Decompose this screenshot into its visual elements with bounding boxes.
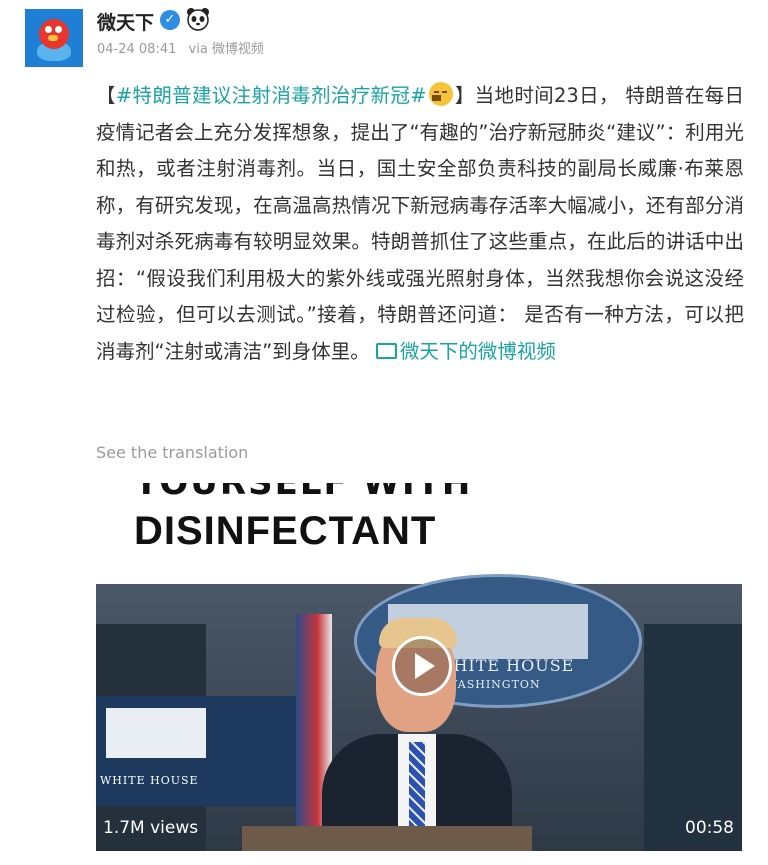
post-body: 【#特朗普建议注射消毒剂治疗新冠# 】当地时间23日， 特朗普在每日疫情记者会上充… (96, 78, 744, 370)
avatar[interactable] (25, 9, 83, 67)
white-house-image (106, 708, 206, 758)
video-link[interactable]: 微天下的微博视频 (375, 339, 556, 363)
account-name[interactable]: 微天下 (97, 8, 154, 35)
video-player[interactable]: YOURSELF WITH DISINFECTANT WHITE HOUSE W… (96, 483, 742, 851)
rooster-logo-icon (39, 19, 69, 49)
video-duration: 00:58 (685, 818, 734, 838)
video-camera-icon (375, 342, 397, 359)
sweat-emoji-icon (428, 82, 453, 106)
video-view-count: 1.7M views (103, 818, 199, 838)
topic-bracket-open: 【 (96, 84, 116, 107)
play-button-icon[interactable] (392, 636, 452, 696)
video-link-label: 微天下的微博视频 (399, 339, 556, 363)
video-frame: WHITE HOUSE WASHINGTON WHITE HOUSE (96, 574, 742, 851)
post-source[interactable]: via 微博视频 (189, 42, 264, 57)
podium (242, 826, 532, 851)
seal-subtext: WASHINGTON (446, 678, 541, 691)
post-text: 当地时间23日， 特朗普在每日疫情记者会上充分发挥想象，提出了“有趣的”治疗新冠… (96, 84, 744, 363)
video-caption-clipped: YOURSELF WITH (134, 483, 473, 503)
background-panel (644, 624, 742, 851)
post-timestamp: 04-24 08:41 (97, 42, 177, 57)
podium-sign-text: WHITE HOUSE (100, 774, 199, 787)
post-meta: 04-24 08:41 via 微博视频 (97, 38, 272, 57)
seal-text: WHITE HOUSE (436, 656, 575, 675)
panda-icon (187, 8, 209, 31)
video-caption: DISINFECTANT (134, 509, 437, 553)
beak-shape (48, 35, 58, 41)
verified-check-icon: ✓ (160, 10, 180, 30)
topic-hashtag[interactable]: #特朗普建议注射消毒剂治疗新冠# (116, 84, 427, 107)
video-caption-area: YOURSELF WITH DISINFECTANT (96, 483, 742, 584)
see-translation-link[interactable]: See the translation (96, 443, 248, 462)
topic-bracket-close: 】 (454, 84, 475, 107)
